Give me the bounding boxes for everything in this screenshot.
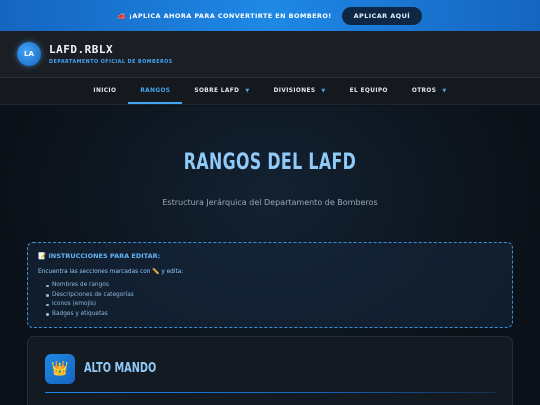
page-subtitle: Estructura Jerárquica del Departamento d… (162, 198, 378, 207)
banner-text: 🚒 ¡APLICA AHORA PARA CONVERTIRTE EN BOMB… (117, 11, 332, 20)
top-banner: 🚒 ¡APLICA AHORA PARA CONVERTIRTE EN BOMB… (0, 0, 540, 31)
list-item: Badges y etiquetas (46, 310, 502, 320)
chevron-down-icon: ▼ (321, 88, 326, 94)
brand: LAFD.RBLX DEPARTAMENTO OFICIAL DE BOMBER… (49, 43, 173, 65)
list-item: Nombres de rangos (46, 281, 502, 291)
hero-section: RANGOS DEL LAFD Estructura Jerárquica de… (0, 106, 540, 405)
nav-item-sobre-lafd[interactable]: SOBRE LAFD ▼ (182, 78, 261, 104)
rank-section-alto-mando: 👑 ALTO MANDO (27, 336, 513, 405)
logo[interactable]: LA (17, 42, 41, 66)
nav-item-divisiones[interactable]: DIVISIONES ▼ (262, 78, 338, 104)
section-title: ALTO MANDO (84, 361, 157, 376)
instructions-box: 📝 INSTRUCCIONES PARA EDITAR: Encuentra l… (27, 242, 513, 328)
instructions-text: Encuentra las secciones marcadas con ✏️ … (38, 269, 184, 275)
main-nav: INICIO RANGOS SOBRE LAFD ▼ DIVISIONES ▼ … (0, 78, 540, 105)
section-divider (45, 392, 495, 393)
nav-item-el-equipo[interactable]: EL EQUIPO (338, 78, 400, 104)
nav-item-rangos[interactable]: RANGOS (128, 78, 183, 104)
chevron-down-icon: ▼ (245, 88, 250, 94)
list-item: Descripciones de categorías (46, 291, 502, 301)
instructions-list: Nombres de rangos Descripciones de categ… (38, 281, 502, 319)
brand-name[interactable]: LAFD.RBLX (49, 43, 173, 56)
nav-item-inicio[interactable]: INICIO (81, 78, 128, 104)
list-item: Iconos (emojis) (46, 300, 502, 310)
page-title: RANGOS DEL LAFD (183, 150, 357, 175)
brand-subtitle: DEPARTAMENTO OFICIAL DE BOMBEROS (49, 60, 173, 65)
crown-icon: 👑 (45, 354, 75, 384)
apply-button[interactable]: APLICAR AQUÍ (341, 6, 423, 25)
instructions-title: 📝 INSTRUCCIONES PARA EDITAR: (38, 252, 161, 260)
site-header: LA LAFD.RBLX DEPARTAMENTO OFICIAL DE BOM… (0, 31, 540, 78)
chevron-down-icon: ▼ (442, 88, 447, 94)
nav-item-otros[interactable]: OTROS ▼ (400, 78, 459, 104)
